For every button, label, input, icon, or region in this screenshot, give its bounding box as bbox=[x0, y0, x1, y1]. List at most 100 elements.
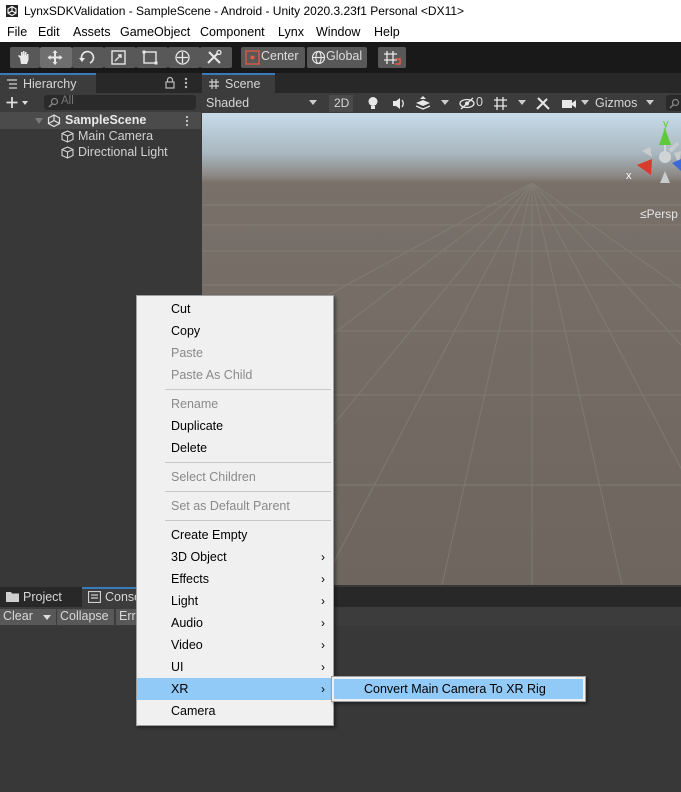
menu-item-create-empty[interactable]: Create Empty bbox=[137, 524, 333, 546]
axis-x-label: x bbox=[626, 170, 632, 182]
menu-item-effects[interactable]: Effects › bbox=[137, 568, 333, 590]
menu-item-delete[interactable]: Delete bbox=[137, 437, 333, 459]
gizmos-dropdown[interactable]: Gizmos bbox=[593, 94, 658, 112]
menu-component[interactable]: Component bbox=[200, 25, 265, 39]
space-mode-button[interactable]: Global bbox=[307, 47, 367, 68]
scene-tab-label: Scene bbox=[225, 77, 261, 91]
xr-submenu: Convert Main Camera To XR Rig bbox=[331, 676, 586, 702]
menu-edit[interactable]: Edit bbox=[38, 25, 60, 39]
move-tool-button[interactable] bbox=[40, 47, 72, 68]
grid-snap-icon bbox=[384, 51, 401, 65]
console-log-area[interactable] bbox=[0, 626, 681, 792]
menu-lynx[interactable]: Lynx bbox=[278, 25, 304, 39]
menu-item-3d-object[interactable]: 3D Object › bbox=[137, 546, 333, 568]
orientation-gizmo[interactable] bbox=[632, 123, 681, 201]
menu-item-cut[interactable]: Cut bbox=[137, 298, 333, 320]
menu-window[interactable]: Window bbox=[316, 25, 360, 39]
menu-gameobject[interactable]: GameObject bbox=[120, 25, 190, 39]
menu-separator bbox=[165, 491, 331, 492]
cube-icon bbox=[61, 146, 74, 159]
scene-options-icon[interactable] bbox=[184, 115, 190, 127]
grid-snap-button[interactable] bbox=[378, 47, 406, 68]
2d-mode-button[interactable]: 2D bbox=[329, 95, 353, 112]
hierarchy-search-input[interactable]: All bbox=[44, 95, 196, 110]
menu-item-convert-main-camera-to-xr-rig[interactable]: Convert Main Camera To XR Rig bbox=[334, 679, 583, 699]
menu-item-video[interactable]: Video › bbox=[137, 634, 333, 656]
submenu-arrow-icon: › bbox=[321, 572, 325, 586]
gizmos-label: Gizmos bbox=[595, 96, 638, 110]
pivot-mode-label: Center bbox=[261, 49, 299, 63]
submenu-arrow-icon: › bbox=[321, 594, 325, 608]
submenu-item-label: Convert Main Camera To XR Rig bbox=[364, 682, 546, 696]
tab-hierarchy[interactable]: Hierarchy bbox=[0, 73, 96, 93]
effects-toggle-icon[interactable] bbox=[414, 95, 432, 112]
console-clear-button[interactable]: Clear bbox=[0, 609, 40, 625]
scale-tool-button[interactable] bbox=[104, 47, 136, 68]
project-tab-label: Project bbox=[23, 590, 62, 604]
hand-icon bbox=[18, 51, 29, 64]
submenu-arrow-icon: › bbox=[321, 550, 325, 564]
camera-icon[interactable] bbox=[560, 95, 580, 112]
console-icon bbox=[88, 591, 101, 603]
menu-item-audio[interactable]: Audio › bbox=[137, 612, 333, 634]
shading-mode-value: Shaded bbox=[206, 96, 250, 110]
unity-logo-icon bbox=[6, 5, 18, 17]
menu-separator bbox=[165, 462, 331, 463]
chevron-down-icon[interactable] bbox=[580, 100, 590, 106]
tab-console[interactable]: Console bbox=[82, 587, 151, 607]
hierarchy-item-directional-light[interactable]: Directional Light bbox=[60, 145, 201, 161]
create-add-icon[interactable] bbox=[6, 96, 34, 109]
window-title-bar: LynxSDKValidation - SampleScene - Androi… bbox=[0, 0, 681, 23]
scene-visibility-icon[interactable] bbox=[458, 95, 478, 112]
space-mode-label: Global bbox=[326, 49, 363, 63]
hand-tool-button[interactable] bbox=[10, 47, 40, 68]
panel-options-icon[interactable] bbox=[183, 77, 189, 89]
grid-icon[interactable] bbox=[492, 95, 510, 112]
rotate-icon bbox=[79, 50, 95, 64]
submenu-arrow-icon: › bbox=[321, 616, 325, 630]
submenu-arrow-icon: › bbox=[321, 638, 325, 652]
hierarchy-scene-name: SampleScene bbox=[65, 113, 147, 127]
unity-scene-icon bbox=[47, 114, 61, 127]
move-arrows-icon bbox=[47, 50, 63, 65]
menu-help[interactable]: Help bbox=[374, 25, 400, 39]
hierarchy-context-menu: Cut Copy Paste Paste As Child Rename Dup… bbox=[136, 295, 334, 726]
tab-project[interactable]: Project bbox=[0, 587, 80, 607]
lock-icon[interactable] bbox=[164, 76, 176, 89]
menu-item-paste: Paste bbox=[171, 346, 203, 360]
console-collapse-label: Collapse bbox=[60, 609, 109, 623]
shading-mode-dropdown[interactable]: Shaded bbox=[202, 94, 322, 112]
menu-item-ui[interactable]: UI › bbox=[137, 656, 333, 678]
custom-tool-button[interactable] bbox=[200, 47, 232, 68]
transform-tool-button[interactable] bbox=[168, 47, 200, 68]
projection-toggle[interactable]: ≤Persp bbox=[640, 207, 678, 221]
expand-arrow-icon[interactable] bbox=[35, 117, 43, 125]
chevron-down-icon[interactable] bbox=[440, 100, 450, 106]
rotate-tool-button[interactable] bbox=[72, 47, 104, 68]
audio-toggle-icon[interactable] bbox=[390, 95, 408, 112]
menu-assets[interactable]: Assets bbox=[73, 25, 111, 39]
menu-file[interactable]: File bbox=[7, 25, 27, 39]
menu-item-camera[interactable]: Camera bbox=[137, 700, 333, 722]
projection-arrow-icon: ≤ bbox=[640, 207, 647, 221]
menu-item-xr[interactable]: XR › bbox=[137, 678, 333, 700]
tab-scene[interactable]: Scene bbox=[202, 73, 275, 93]
pivot-mode-button[interactable]: Center bbox=[241, 47, 305, 68]
console-clear-label: Clear bbox=[3, 609, 33, 623]
chevron-down-icon bbox=[309, 100, 317, 105]
clear-options-dropdown[interactable] bbox=[38, 609, 56, 625]
menu-item-light[interactable]: Light › bbox=[137, 590, 333, 612]
search-placeholder: All bbox=[61, 95, 74, 107]
scene-search-input[interactable] bbox=[666, 95, 681, 111]
lighting-toggle-icon[interactable] bbox=[364, 95, 382, 112]
menu-item-select-children: Select Children bbox=[171, 470, 256, 484]
tools-icon[interactable] bbox=[534, 95, 552, 112]
menu-item-duplicate[interactable]: Duplicate bbox=[137, 415, 333, 437]
hierarchy-item-main-camera[interactable]: Main Camera bbox=[60, 129, 201, 145]
chevron-down-icon[interactable] bbox=[517, 100, 527, 106]
console-collapse-button[interactable]: Collapse bbox=[57, 609, 114, 625]
menu-item-copy[interactable]: Copy bbox=[137, 320, 333, 342]
rect-tool-button[interactable] bbox=[136, 47, 168, 68]
tools-icon bbox=[207, 49, 222, 64]
2d-mode-label: 2D bbox=[334, 96, 350, 110]
